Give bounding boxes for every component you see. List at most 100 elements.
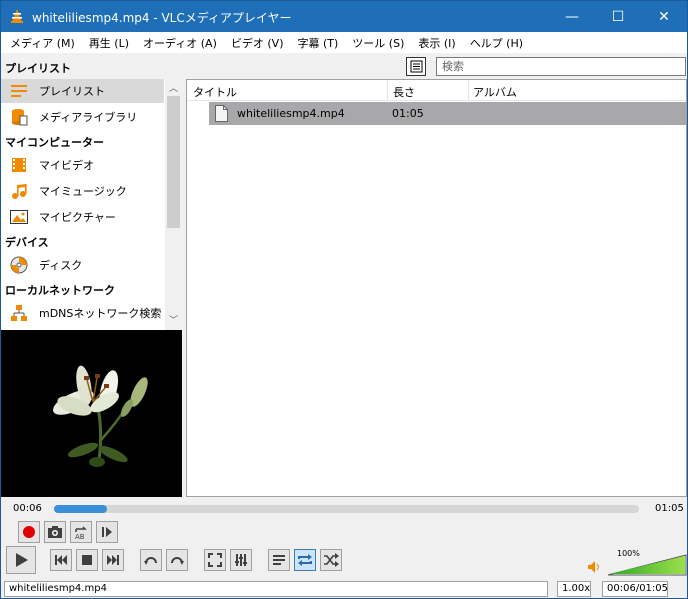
menu-tools[interactable]: ツール (S): [345, 35, 411, 51]
menu-video[interactable]: ビデオ (V): [224, 35, 291, 51]
speaker-icon[interactable]: [587, 560, 601, 574]
playlist-toggle-icon: [273, 555, 285, 565]
total-time: 01:05: [655, 503, 684, 514]
loop-button[interactable]: [294, 549, 316, 571]
seek-progress: [54, 505, 107, 513]
loop-icon: [298, 554, 312, 566]
equalizer-icon: [235, 554, 247, 566]
previous-icon: [55, 555, 67, 565]
search-input[interactable]: 検索: [436, 57, 686, 76]
sidebar-item-media-library[interactable]: メディアライブラリ: [1, 105, 164, 129]
seek-slider[interactable]: [54, 505, 639, 513]
menu-view[interactable]: 表示 (I): [411, 35, 462, 51]
white-lily-image: [53, 365, 148, 467]
slower-button[interactable]: [140, 549, 162, 571]
playlist-icon: [9, 81, 29, 101]
sidebar-scrollbar[interactable]: ︿ ﹀: [165, 79, 182, 330]
playlist-heading: プレイリスト: [5, 62, 71, 75]
volume-slider[interactable]: [608, 554, 687, 576]
column-header-duration[interactable]: 長さ: [393, 84, 415, 100]
menu-playback[interactable]: 再生 (L): [82, 35, 136, 51]
toggle-playlist-button[interactable]: [268, 549, 290, 571]
sidebar-item-playlist[interactable]: プレイリスト: [1, 79, 164, 103]
svg-text:AB: AB: [75, 533, 85, 540]
record-button[interactable]: [18, 521, 40, 543]
list-view-icon: [410, 60, 422, 73]
table-row[interactable]: whiteliliesmp4.mp4 01:05: [209, 102, 686, 125]
fullscreen-icon: [208, 553, 222, 567]
media-library-icon: [9, 107, 29, 127]
frame-step-icon: [102, 527, 112, 537]
faster-button[interactable]: [166, 549, 188, 571]
category-devices: デバイス: [5, 236, 49, 249]
sidebar-item-label: マイビデオ: [39, 159, 94, 172]
status-filename: whiteliliesmp4.mp4: [4, 581, 548, 597]
row-title: whiteliliesmp4.mp4: [237, 107, 345, 120]
sidebar: プレイリスト メディアライブラリ マイコンピューター マイビデオ マイミュージッ…: [1, 79, 182, 330]
sidebar-item-label: プレイリスト: [39, 85, 105, 98]
playlist-view-button[interactable]: [406, 57, 426, 76]
sidebar-item-label: mDNSネットワーク検索: [39, 307, 162, 320]
vlc-cone-icon: [11, 9, 23, 23]
sidebar-item-label: メディアライブラリ: [39, 111, 138, 124]
disc-icon: [9, 255, 29, 275]
snapshot-button[interactable]: [44, 521, 66, 543]
play-icon: [16, 553, 28, 567]
column-divider[interactable]: [387, 80, 388, 101]
elapsed-time: 00:06: [13, 503, 42, 514]
ab-loop-button[interactable]: AB: [70, 521, 92, 543]
file-icon: [215, 105, 228, 122]
window-title: whiteliliesmp4.mp4 - VLCメディアプレイヤー: [32, 11, 292, 25]
next-icon: [107, 555, 119, 565]
scroll-down-icon[interactable]: ﹀: [165, 311, 182, 328]
video-preview[interactable]: [1, 330, 182, 497]
status-bar: whiteliliesmp4.mp4 1.00x 00:06/01:05: [1, 579, 687, 599]
extended-settings-button[interactable]: [230, 549, 252, 571]
sidebar-item-my-videos[interactable]: マイビデオ: [1, 153, 164, 177]
previous-button[interactable]: [50, 549, 72, 571]
playlist-table[interactable]: タイトル 長さ アルバム whiteliliesmp4.mp4 01:05: [186, 79, 687, 497]
category-local-network: ローカルネットワーク: [5, 284, 115, 297]
stop-button[interactable]: [76, 549, 98, 571]
column-divider[interactable]: [468, 80, 469, 101]
sidebar-item-my-pictures[interactable]: マイピクチャー: [1, 205, 164, 229]
fullscreen-button[interactable]: [204, 549, 226, 571]
picture-icon: [9, 207, 29, 227]
sidebar-item-my-music[interactable]: マイミュージック: [1, 179, 164, 203]
column-header-album[interactable]: アルバム: [473, 84, 517, 100]
minimize-button[interactable]: —: [549, 1, 595, 32]
scrollbar-thumb[interactable]: [167, 96, 180, 228]
menu-subtitle[interactable]: 字幕 (T): [290, 35, 345, 51]
status-time[interactable]: 00:06/01:05: [602, 581, 668, 597]
scroll-up-icon[interactable]: ︿: [165, 79, 182, 96]
sidebar-item-disc[interactable]: ディスク: [1, 253, 164, 277]
camera-icon: [48, 526, 62, 538]
menu-audio[interactable]: オーディオ (A): [136, 35, 224, 51]
record-icon: [23, 526, 35, 538]
title-bar[interactable]: whiteliliesmp4.mp4 - VLCメディアプレイヤー — ☐ ✕: [1, 1, 687, 32]
ab-loop-icon: AB: [75, 526, 87, 540]
stop-icon: [82, 555, 92, 565]
next-button[interactable]: [102, 549, 124, 571]
row-duration: 01:05: [392, 107, 424, 120]
sidebar-item-mdns[interactable]: mDNSネットワーク検索: [1, 301, 164, 325]
playlist-header: プレイリスト 検索: [1, 54, 687, 79]
frame-step-button[interactable]: [96, 521, 118, 543]
faster-icon: [171, 557, 184, 565]
music-note-icon: [9, 181, 29, 201]
play-button[interactable]: [6, 546, 36, 574]
category-my-computer: マイコンピューター: [5, 136, 104, 149]
column-header-title[interactable]: タイトル: [193, 84, 237, 100]
network-icon: [9, 303, 29, 323]
sidebar-item-label: ディスク: [39, 259, 83, 272]
vlc-window: whiteliliesmp4.mp4 - VLCメディアプレイヤー — ☐ ✕ …: [0, 0, 688, 599]
menu-media[interactable]: メディア (M): [3, 35, 82, 51]
close-button[interactable]: ✕: [641, 1, 687, 32]
shuffle-button[interactable]: [320, 549, 342, 571]
maximize-button[interactable]: ☐: [595, 1, 641, 32]
shuffle-icon: [324, 553, 339, 567]
menu-bar: メディア (M) 再生 (L) オーディオ (A) ビデオ (V) 字幕 (T)…: [1, 32, 687, 53]
playback-speed[interactable]: 1.00x: [557, 581, 591, 597]
menu-help[interactable]: ヘルプ (H): [463, 35, 530, 51]
film-icon: [9, 155, 29, 175]
